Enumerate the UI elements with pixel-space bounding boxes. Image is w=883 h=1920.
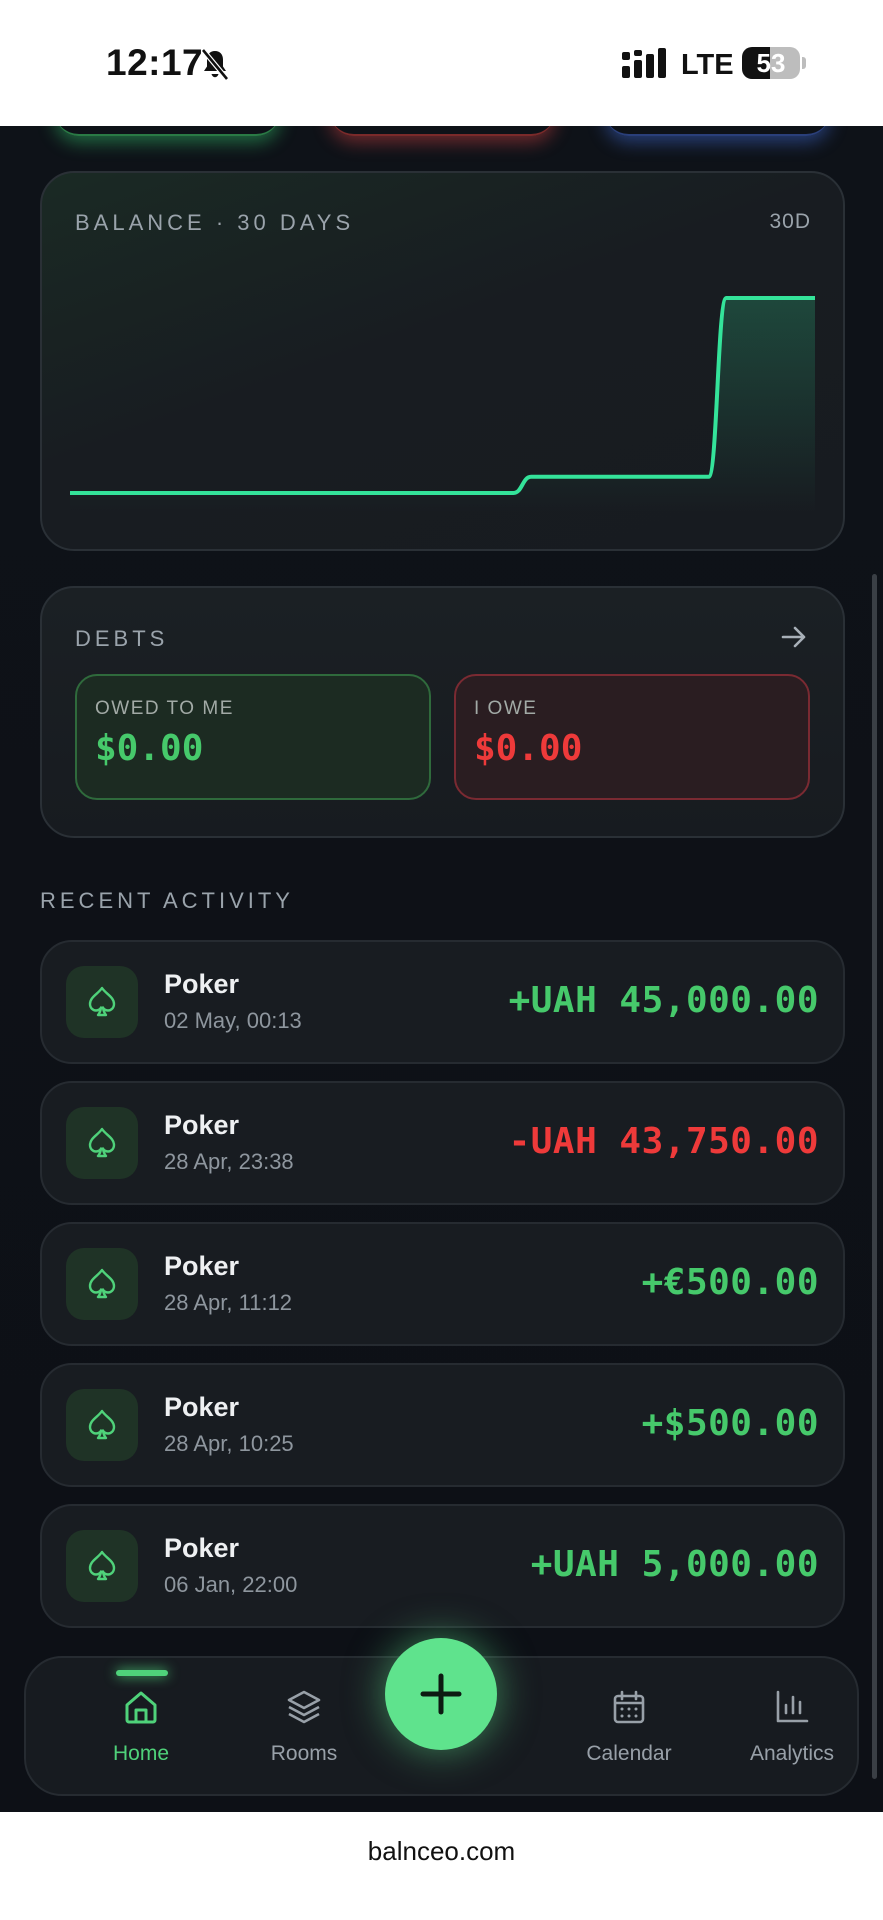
spade-icon bbox=[66, 1389, 138, 1461]
network-type: LTE bbox=[681, 49, 734, 81]
peek-card-red[interactable] bbox=[330, 126, 555, 136]
owed-to-me-box[interactable]: OWED TO ME $0.00 bbox=[75, 674, 431, 800]
browser-url-bar[interactable]: balnceo.com bbox=[0, 1812, 883, 1920]
owed-to-me-value: $0.00 bbox=[95, 728, 204, 769]
nav-analytics[interactable]: Analytics bbox=[717, 1658, 867, 1794]
nav-calendar[interactable]: Calendar bbox=[554, 1658, 704, 1794]
nav-label: Analytics bbox=[749, 1742, 835, 1765]
i-owe-value: $0.00 bbox=[474, 728, 583, 769]
recent-activity-title: RECENT ACTIVITY bbox=[40, 888, 294, 913]
transaction-date: 06 Jan, 22:00 bbox=[164, 1572, 298, 1597]
active-indicator bbox=[116, 1670, 168, 1676]
transaction-date: 28 Apr, 11:12 bbox=[164, 1290, 293, 1315]
transaction-name: Poker bbox=[164, 1251, 240, 1281]
balance-card: BALANCE · 30 DAYS 30D bbox=[40, 171, 845, 551]
spade-icon bbox=[66, 1530, 138, 1602]
i-owe-box[interactable]: I OWE $0.00 bbox=[454, 674, 810, 800]
nav-label: Rooms bbox=[270, 1742, 338, 1765]
plus-icon bbox=[420, 1673, 462, 1715]
transaction-row[interactable]: Poker 28 Apr, 11:12 +€500.00 bbox=[40, 1222, 845, 1346]
spade-icon bbox=[66, 966, 138, 1038]
nav-home[interactable]: Home bbox=[66, 1658, 216, 1794]
peek-card-green[interactable] bbox=[55, 126, 280, 136]
nav-label: Home bbox=[112, 1742, 170, 1765]
debts-title: DEBTS bbox=[75, 626, 169, 651]
app-content: BALANCE · 30 DAYS 30D DEBTS OWED TO ME $… bbox=[0, 126, 883, 1812]
arrow-right-icon[interactable] bbox=[779, 622, 809, 652]
transaction-name: Poker bbox=[164, 1533, 240, 1563]
nav-rooms[interactable]: Rooms bbox=[229, 1658, 379, 1794]
debts-card[interactable]: DEBTS OWED TO ME $0.00 I OWE $0.00 bbox=[40, 586, 845, 838]
transaction-name: Poker bbox=[164, 969, 240, 999]
signal-icon bbox=[622, 48, 666, 78]
home-icon bbox=[125, 1691, 157, 1724]
status-bar: 12:17 LTE 53 bbox=[0, 0, 883, 126]
calendar-icon bbox=[613, 1690, 645, 1724]
balance-title: BALANCE · 30 DAYS bbox=[75, 210, 355, 235]
nav-label: Calendar bbox=[586, 1742, 672, 1765]
transaction-amount: -UAH 43,750.00 bbox=[508, 1121, 819, 1162]
transaction-date: 28 Apr, 23:38 bbox=[164, 1149, 294, 1174]
transaction-name: Poker bbox=[164, 1110, 240, 1140]
bar-chart-icon bbox=[776, 1690, 809, 1723]
transaction-row[interactable]: Poker 02 May, 00:13 +UAH 45,000.00 bbox=[40, 940, 845, 1064]
status-time: 12:17 bbox=[106, 42, 204, 83]
transaction-name: Poker bbox=[164, 1392, 240, 1422]
battery-tip bbox=[802, 57, 806, 69]
add-transaction-button[interactable] bbox=[385, 1638, 497, 1750]
transaction-date: 02 May, 00:13 bbox=[164, 1008, 302, 1033]
transaction-date: 28 Apr, 10:25 bbox=[164, 1431, 294, 1456]
transaction-amount: +UAH 5,000.00 bbox=[530, 1544, 819, 1585]
owed-to-me-label: OWED TO ME bbox=[95, 698, 234, 719]
chart-series-line bbox=[69, 296, 815, 496]
url-text: balnceo.com bbox=[367, 1836, 516, 1866]
layers-icon bbox=[287, 1690, 321, 1724]
battery-icon: 53 bbox=[742, 47, 800, 79]
transaction-row[interactable]: Poker 06 Jan, 22:00 +UAH 5,000.00 bbox=[40, 1504, 845, 1628]
spade-icon bbox=[66, 1248, 138, 1320]
peek-card-blue[interactable] bbox=[605, 126, 830, 136]
chart-area bbox=[70, 298, 815, 513]
transaction-amount: +$500.00 bbox=[641, 1403, 819, 1444]
transaction-amount: +€500.00 bbox=[641, 1262, 819, 1303]
transaction-row[interactable]: Poker 28 Apr, 23:38 -UAH 43,750.00 bbox=[40, 1081, 845, 1205]
scrollbar[interactable] bbox=[872, 574, 877, 1779]
bell-muted-icon bbox=[201, 48, 229, 81]
transaction-amount: +UAH 45,000.00 bbox=[508, 980, 819, 1021]
i-owe-label: I OWE bbox=[474, 698, 538, 719]
period-selector[interactable]: 30D bbox=[769, 210, 811, 234]
transaction-row[interactable]: Poker 28 Apr, 10:25 +$500.00 bbox=[40, 1363, 845, 1487]
spade-icon bbox=[66, 1107, 138, 1179]
